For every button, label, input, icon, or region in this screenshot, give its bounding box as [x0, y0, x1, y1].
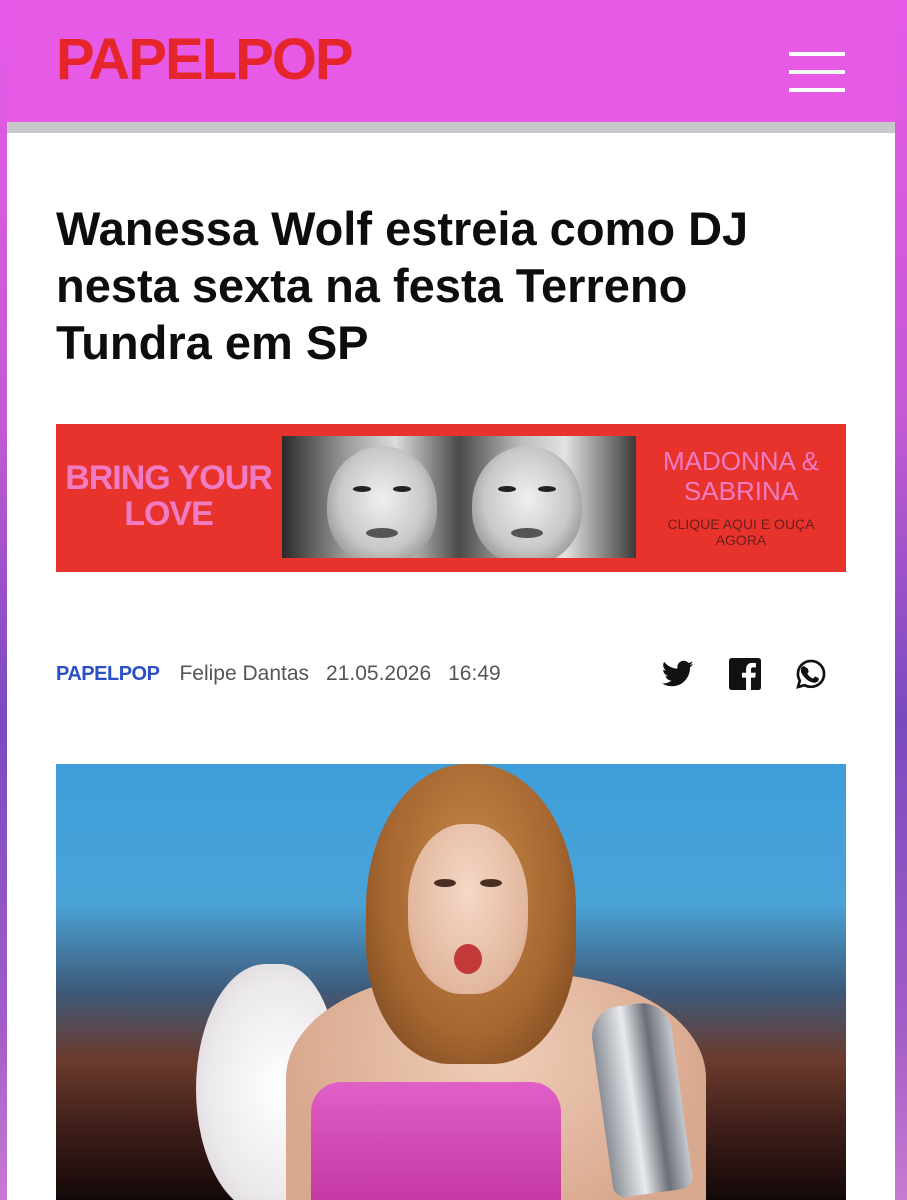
author-name[interactable]: Felipe Dantas	[179, 662, 309, 686]
ad-cta-text[interactable]: CLIQUE AQUI E OUÇA AGORA	[646, 516, 836, 548]
article-headline: Wanessa Wolf estreia como DJ nesta sexta…	[56, 202, 749, 369]
publish-time: 16:49	[448, 662, 501, 685]
ad-lips	[366, 528, 398, 538]
article-meta: PAPELPOP Felipe Dantas 21.05.2026 16:49	[56, 658, 846, 690]
hero-image	[56, 764, 846, 1200]
hero-pink-dress	[311, 1082, 561, 1200]
hero-mouth	[454, 944, 482, 974]
hero-eye	[480, 879, 502, 887]
ad-eye	[538, 486, 556, 492]
whatsapp-icon[interactable]	[794, 658, 828, 690]
ad-left-text: BRING YOUR LOVE	[65, 459, 273, 533]
ad-face-left	[327, 446, 437, 558]
ad-face-right	[472, 446, 582, 558]
ad-eye	[498, 486, 516, 492]
ad-right-title: MADONNA & SABRINA	[662, 446, 820, 506]
menu-bar	[789, 70, 845, 74]
hero-eye	[434, 879, 456, 887]
ad-banner[interactable]: BRING YOUR LOVE MADONNA & SABRINA CLIQUE…	[56, 424, 846, 572]
page-frame: PAPELPOP Wanessa Wolf estreia como DJ ne…	[7, 0, 895, 1200]
ad-lips	[511, 528, 543, 538]
facebook-icon[interactable]	[728, 658, 762, 690]
ad-eye	[393, 486, 411, 492]
menu-bar	[789, 52, 845, 56]
twitter-icon[interactable]	[661, 658, 695, 690]
ad-photo	[282, 436, 636, 558]
site-logo[interactable]: PAPELPOP	[56, 30, 354, 90]
menu-bar	[789, 88, 845, 92]
ad-eye	[353, 486, 371, 492]
meta-brand[interactable]: PAPELPOP	[56, 663, 160, 686]
site-header: PAPELPOP	[7, 0, 895, 133]
publish-date: 21.05.2026	[326, 662, 432, 685]
hero-face	[408, 824, 528, 994]
hamburger-menu-icon[interactable]	[789, 52, 845, 92]
ad-right-panel: MADONNA & SABRINA CLIQUE AQUI E OUÇA AGO…	[646, 446, 836, 548]
